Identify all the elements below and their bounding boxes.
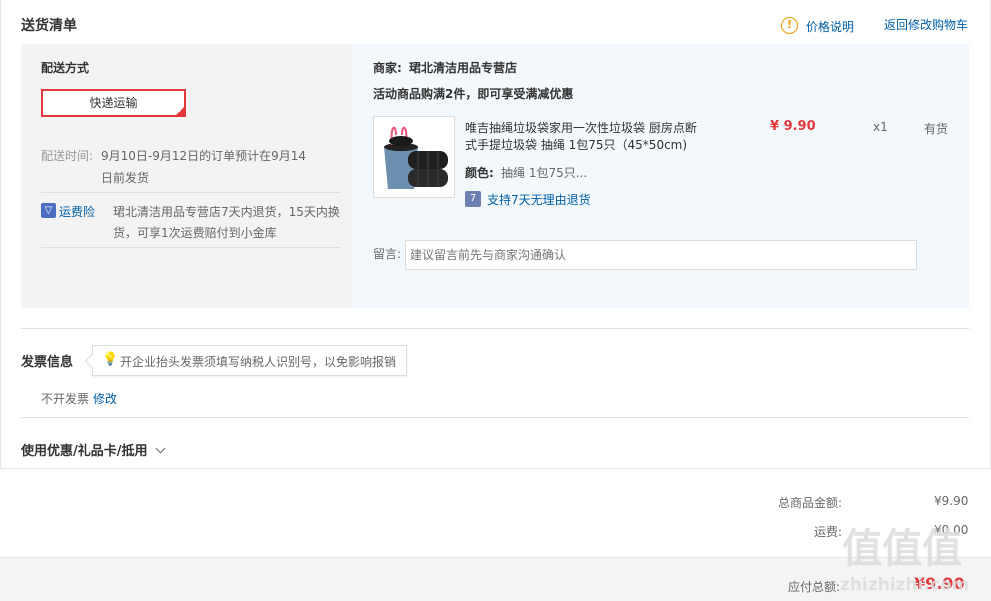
shipping-fee-label: 运费: bbox=[814, 525, 843, 539]
invoice-tip-text: 开企业抬头发票须填写纳税人识别号，以免影响报销 bbox=[120, 355, 397, 369]
back-to-cart-link[interactable]: 返回修改购物车 bbox=[884, 16, 968, 33]
note-input[interactable] bbox=[405, 240, 917, 270]
seven-day-return-icon: 7 bbox=[465, 191, 481, 207]
delivery-time-text-1: 9月10日-9月12日的订单预计在9月14 bbox=[101, 149, 307, 163]
price-note-link[interactable]: 价格说明 bbox=[806, 18, 854, 35]
info-icon: ! bbox=[781, 17, 798, 34]
chevron-down-icon bbox=[155, 443, 166, 454]
goods-total-value: ¥9.90 bbox=[934, 494, 969, 508]
delivery-time-text-2: 日前发货 bbox=[101, 171, 150, 185]
check-icon: ✓ bbox=[177, 106, 184, 115]
note-label: 留言: bbox=[373, 247, 402, 261]
invoice-status: 不开发票 bbox=[41, 392, 90, 406]
merchant-name: 珺北清洁用品专营店 bbox=[409, 61, 518, 75]
shipping-insurance-link[interactable]: 运费险 bbox=[59, 203, 95, 220]
goods-total-label: 总商品金额: bbox=[778, 496, 843, 510]
color-label: 颜色: bbox=[465, 166, 494, 180]
shipping-method-button[interactable]: 快递运输 ✓ bbox=[41, 89, 186, 117]
color-value: 抽绳 1包75只... bbox=[501, 166, 588, 180]
divider bbox=[41, 192, 341, 193]
insurance-text-2: 货，可享1次运费赔付到小金库 bbox=[113, 226, 277, 240]
product-quantity: x1 bbox=[873, 120, 888, 134]
invoice-title: 发票信息 bbox=[21, 355, 74, 370]
product-image[interactable] bbox=[373, 116, 455, 198]
shipping-panel bbox=[21, 44, 352, 308]
stock-status: 有货 bbox=[924, 122, 949, 136]
shipping-method-label: 快递运输 bbox=[89, 96, 138, 110]
product-price: ¥ 9.90 bbox=[770, 119, 816, 134]
delivery-time-label: 配送时间: bbox=[41, 149, 94, 163]
product-title-2[interactable]: 式手提垃圾袋 抽绳 1包75只（45*50cm) bbox=[465, 136, 687, 153]
coupon-label: 使用优惠/礼品卡/抵用 bbox=[21, 444, 148, 459]
insurance-text-1: 珺北清洁用品专营店7天内退货，15天内换 bbox=[113, 205, 340, 219]
merchant-label: 商家: bbox=[373, 61, 402, 75]
coupon-toggle[interactable]: 使用优惠/礼品卡/抵用 bbox=[21, 440, 166, 459]
return-policy-link[interactable]: 支持7天无理由退货 bbox=[487, 191, 591, 208]
watermark-text: zhizhizhi.com bbox=[840, 575, 970, 595]
trash-bin-icon bbox=[384, 126, 448, 189]
lightbulb-icon: 💡 bbox=[102, 352, 119, 367]
shield-icon: ▽ bbox=[41, 203, 56, 218]
product-title-1[interactable]: 唯吉抽绳垃圾袋家用一次性垃圾袋 厨房点断 bbox=[465, 119, 697, 136]
promo-text: 活动商品购满2件，即可享受满减优惠 bbox=[373, 87, 574, 101]
shipping-section-label: 配送方式 bbox=[41, 61, 90, 75]
divider bbox=[21, 328, 969, 329]
divider bbox=[41, 247, 341, 248]
divider bbox=[21, 417, 969, 418]
watermark-logo: 值值值 bbox=[842, 526, 962, 572]
section-title: 送货清单 bbox=[21, 18, 77, 34]
payable-label: 应付总额: bbox=[788, 580, 841, 594]
invoice-edit-link[interactable]: 修改 bbox=[93, 390, 117, 407]
invoice-tip: 💡 开企业抬头发票须填写纳税人识别号，以免影响报销 bbox=[84, 345, 407, 376]
